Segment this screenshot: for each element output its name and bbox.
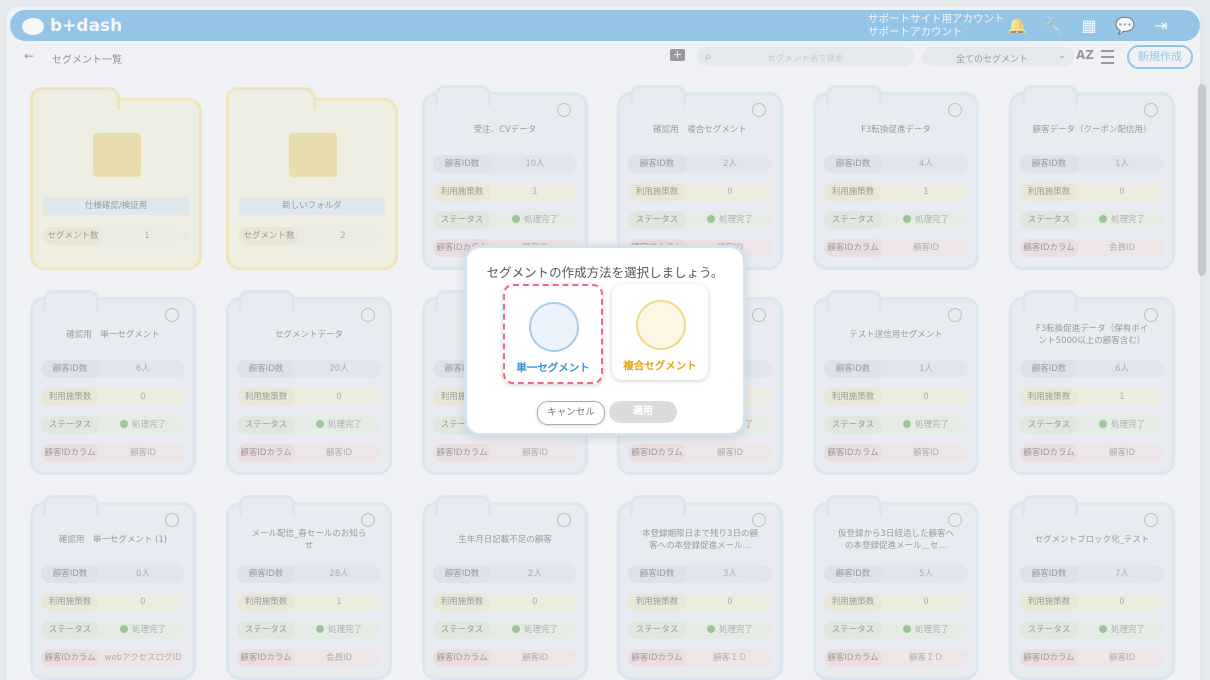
- single-segment-option[interactable]: 単一セグメント: [503, 284, 603, 384]
- overlap-circles-icon: [636, 300, 686, 350]
- scrollbar-thumb[interactable]: [1198, 84, 1206, 276]
- dialog-title: セグメントの作成方法を選択しましょう。: [486, 265, 724, 280]
- apply-button[interactable]: 適用: [609, 401, 677, 423]
- multi-segment-label: 複合セグメント: [623, 360, 697, 372]
- cancel-button[interactable]: キャンセル: [537, 401, 605, 425]
- single-segment-label: 単一セグメント: [516, 362, 590, 374]
- target-icon: [529, 302, 579, 352]
- create-segment-dialog: セグメントの作成方法を選択しましょう。 単一セグメント 複合セグメント キャンセ…: [464, 245, 746, 436]
- multi-segment-option[interactable]: 複合セグメント: [612, 284, 708, 380]
